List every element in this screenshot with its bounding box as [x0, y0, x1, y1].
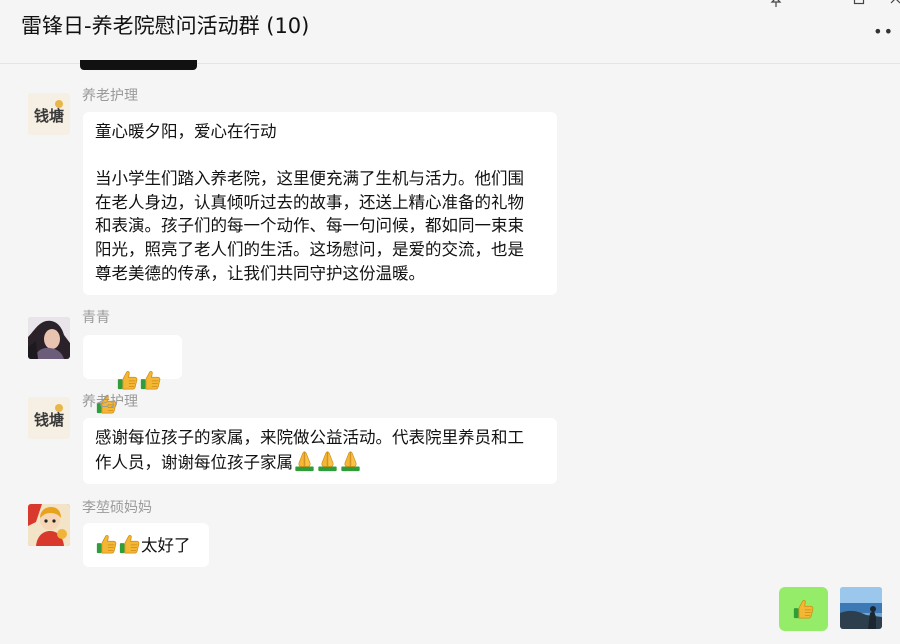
thumbs-up-icon — [116, 369, 139, 391]
folded-hands-icon — [316, 450, 339, 472]
message-line: 感谢每位孩子的家属，来院做公益活动。代表院里养员和工 — [95, 428, 524, 447]
pin-icon[interactable] — [769, 0, 783, 11]
thumbs-up-icon — [792, 598, 815, 620]
message-bubble[interactable]: 感谢每位孩子的家属，来院做公益活动。代表院里养员和工 作人员，谢谢每位孩子家属 — [83, 418, 557, 484]
maximize-icon[interactable] — [852, 0, 866, 11]
more-options-icon[interactable]: •• — [873, 24, 894, 40]
message-bubble[interactable]: 童心暖夕阳，爱心在行动 当小学生们踏入养老院，这里便充满了生机与活力。他们围 在… — [83, 112, 557, 295]
avatar[interactable] — [28, 504, 70, 546]
avatar[interactable] — [28, 317, 70, 359]
avatar-text: 钱塘 — [34, 107, 64, 125]
folded-hands-icon — [293, 450, 316, 472]
sender-name: 李堃硕妈妈 — [82, 500, 152, 516]
folded-hands-icon — [339, 450, 362, 472]
sender-name: 养老护理 — [82, 394, 138, 410]
avatar-text: 钱塘 — [34, 411, 64, 429]
message-line: 当小学生们踏入养老院，这里便充满了生机与活力。他们围 — [95, 169, 524, 189]
message-line: 阳光，照亮了老人们的生活。这场慰问，是爱的交流，也是 — [95, 239, 524, 259]
avatar[interactable]: 钱塘 — [28, 397, 70, 439]
message-line: 作人员，谢谢每位孩子家属 — [95, 452, 293, 472]
message-bubble[interactable] — [83, 335, 182, 379]
sender-name: 青青 — [82, 310, 110, 326]
previous-message-bubble — [80, 60, 197, 70]
avatar[interactable]: 钱塘 — [28, 93, 70, 135]
message-line: 在老人身边，认真倾听过去的故事，还送上精心准备的礼物 — [95, 192, 524, 212]
close-icon[interactable] — [890, 0, 900, 11]
message-line: 童心暖夕阳，爱心在行动 — [95, 122, 277, 141]
thumbs-up-icon — [118, 533, 141, 555]
thumbs-up-icon — [95, 533, 118, 555]
message-line: 尊老美德的传承，让我们共同守护这份温暖。 — [95, 263, 425, 283]
thumbs-up-icon — [139, 369, 162, 391]
message-bubble[interactable]: 太好了 — [83, 523, 209, 567]
message-text: 太好了 — [141, 536, 191, 555]
self-message-bubble[interactable] — [779, 587, 828, 631]
minimize-icon[interactable] — [811, 0, 825, 11]
sender-name: 养老护理 — [82, 88, 138, 104]
chat-title[interactable]: 雷锋日-养老院慰问活动群 (10) — [21, 11, 309, 41]
self-avatar[interactable] — [840, 587, 882, 629]
chat-header: 雷锋日-养老院慰问活动群 (10) •• — [0, 0, 900, 64]
message-line: 和表演。孩子们的每一个动作、每一句问候，都如同一束束 — [95, 216, 524, 236]
